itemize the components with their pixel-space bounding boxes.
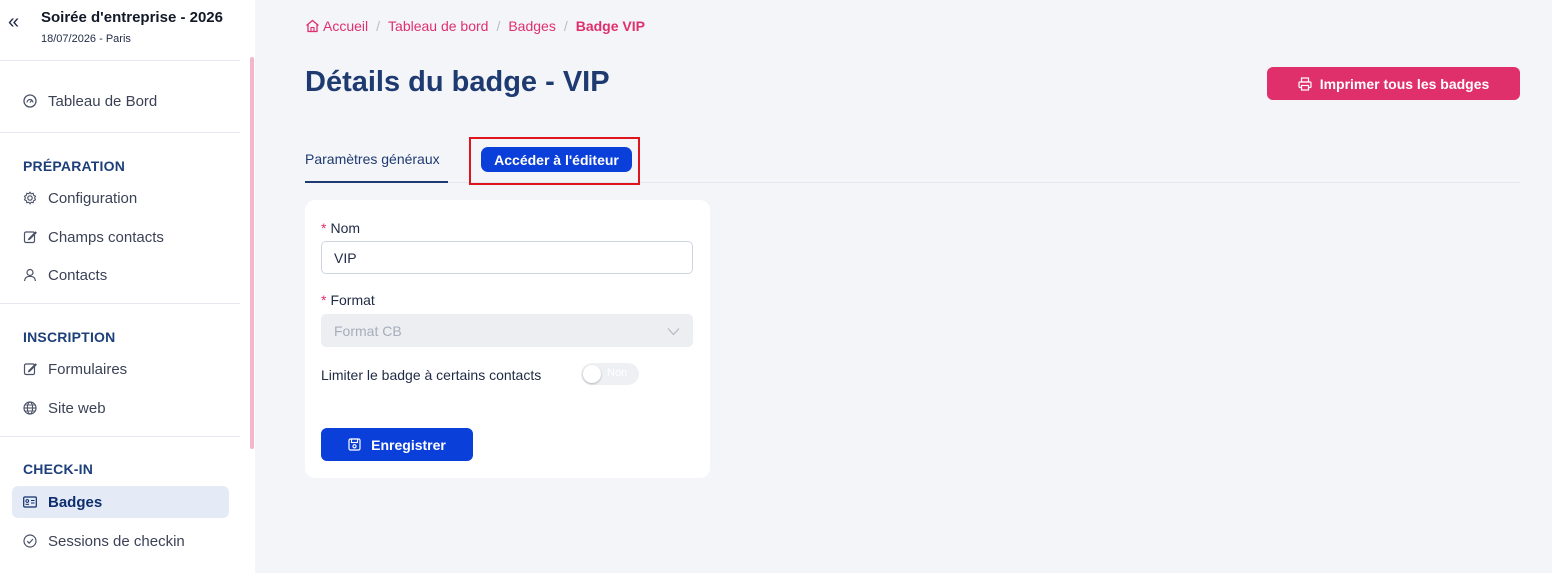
breadcrumb-separator: / — [563, 18, 568, 34]
section-heading-preparation: PRÉPARATION — [23, 158, 126, 174]
user-icon — [23, 268, 37, 282]
gear-icon — [23, 191, 37, 205]
breadcrumb-item-badges[interactable]: Badges — [508, 18, 555, 34]
dashboard-gauge-icon — [23, 94, 37, 108]
name-input[interactable]: VIP — [321, 241, 693, 274]
format-label-text: Format — [330, 292, 375, 308]
breadcrumb-separator: / — [376, 18, 381, 34]
name-input-value: VIP — [334, 249, 357, 266]
sidebar-item-checkin-sessions[interactable]: Sessions de checkin — [0, 525, 230, 557]
sidebar-item-label: Tableau de Bord — [48, 92, 158, 110]
section-heading-inscription: INSCRIPTION — [23, 329, 116, 345]
breadcrumb-item: Accueil — [323, 18, 369, 34]
sidebar-item-website[interactable]: Site web — [0, 392, 230, 424]
divider — [0, 436, 240, 437]
badge-card-icon — [23, 495, 37, 509]
sidebar-item-label: Site web — [48, 399, 106, 417]
sidebar-item-label: Sessions de checkin — [48, 532, 185, 550]
print-button-label: Imprimer tous les badges — [1319, 75, 1490, 92]
sidebar-item-label: Champs contacts — [48, 228, 164, 246]
active-tab-indicator — [305, 181, 448, 183]
format-select[interactable]: Format CB — [321, 314, 693, 347]
event-header: « Soirée d'entreprise - 2026 18/07/2026 … — [0, 0, 250, 60]
event-title: Soirée d'entreprise - 2026 — [41, 9, 223, 26]
sidebar-item-configuration[interactable]: Configuration — [0, 182, 230, 214]
event-subtitle: 18/07/2026 - Paris — [41, 33, 131, 45]
toggle-state-text: Non — [607, 367, 628, 379]
sidebar-item-badges[interactable]: Badges — [12, 486, 229, 518]
sidebar-scrollbar[interactable] — [250, 57, 254, 449]
sidebar-item-label: Contacts — [48, 266, 108, 284]
save-floppy-icon — [348, 438, 361, 451]
sidebar-item-contact-fields[interactable]: Champs contacts — [0, 221, 230, 253]
divider — [0, 132, 240, 133]
edit-icon — [23, 230, 37, 244]
page-title: Détails du badge - VIP — [305, 66, 610, 98]
tab-open-editor[interactable]: Accéder à l'éditeur — [481, 147, 632, 172]
divider — [0, 303, 240, 304]
name-field-label: * Nom — [321, 220, 360, 236]
printer-icon — [1298, 76, 1312, 91]
collapse-sidebar-icon[interactable]: « — [8, 10, 28, 34]
globe-icon — [23, 401, 37, 415]
limit-contacts-label: Limiter le badge à certains contacts — [321, 367, 542, 383]
section-heading-checkin: CHECK-IN — [23, 461, 94, 477]
save-button-label: Enregistrer — [371, 436, 446, 453]
sidebar-item-dashboard[interactable]: Tableau de Bord — [0, 85, 230, 117]
sidebar: « Soirée d'entreprise - 2026 18/07/2026 … — [0, 0, 255, 573]
toggle-knob — [583, 365, 601, 383]
check-circle-icon — [23, 534, 37, 548]
breadcrumb-item-dashboard[interactable]: Tableau de bord — [388, 18, 488, 34]
breadcrumb: Accueil / Tableau de bord / Badges / Bad… — [305, 18, 645, 34]
sidebar-item-label: Badges — [48, 493, 103, 511]
format-field-label: * Format — [321, 292, 375, 308]
save-button[interactable]: Enregistrer — [321, 428, 473, 461]
chevron-down-icon — [667, 323, 680, 339]
sidebar-item-label: Configuration — [48, 189, 138, 207]
sidebar-item-forms[interactable]: Formulaires — [0, 353, 230, 385]
home-icon — [306, 19, 319, 33]
breadcrumb-separator: / — [496, 18, 501, 34]
print-all-badges-button[interactable]: Imprimer tous les badges — [1267, 67, 1520, 100]
badge-form-card: * Nom VIP * Format Format CB Limiter le ba… — [305, 200, 710, 478]
breadcrumb-home-link[interactable]: Accueil — [305, 18, 368, 34]
sidebar-item-contacts[interactable]: Contacts — [0, 259, 230, 291]
format-select-value: Format CB — [334, 322, 402, 339]
required-marker: * — [321, 220, 327, 236]
breadcrumb-current: Badge VIP — [575, 18, 645, 34]
required-marker: * — [321, 292, 327, 308]
limit-contacts-toggle[interactable]: Non — [581, 363, 639, 385]
name-label-text: Nom — [330, 220, 361, 236]
sidebar-item-label: Formulaires — [48, 360, 128, 378]
edit-icon — [23, 362, 37, 376]
divider — [0, 60, 240, 61]
tab-general-settings[interactable]: Paramètres généraux — [305, 151, 440, 167]
